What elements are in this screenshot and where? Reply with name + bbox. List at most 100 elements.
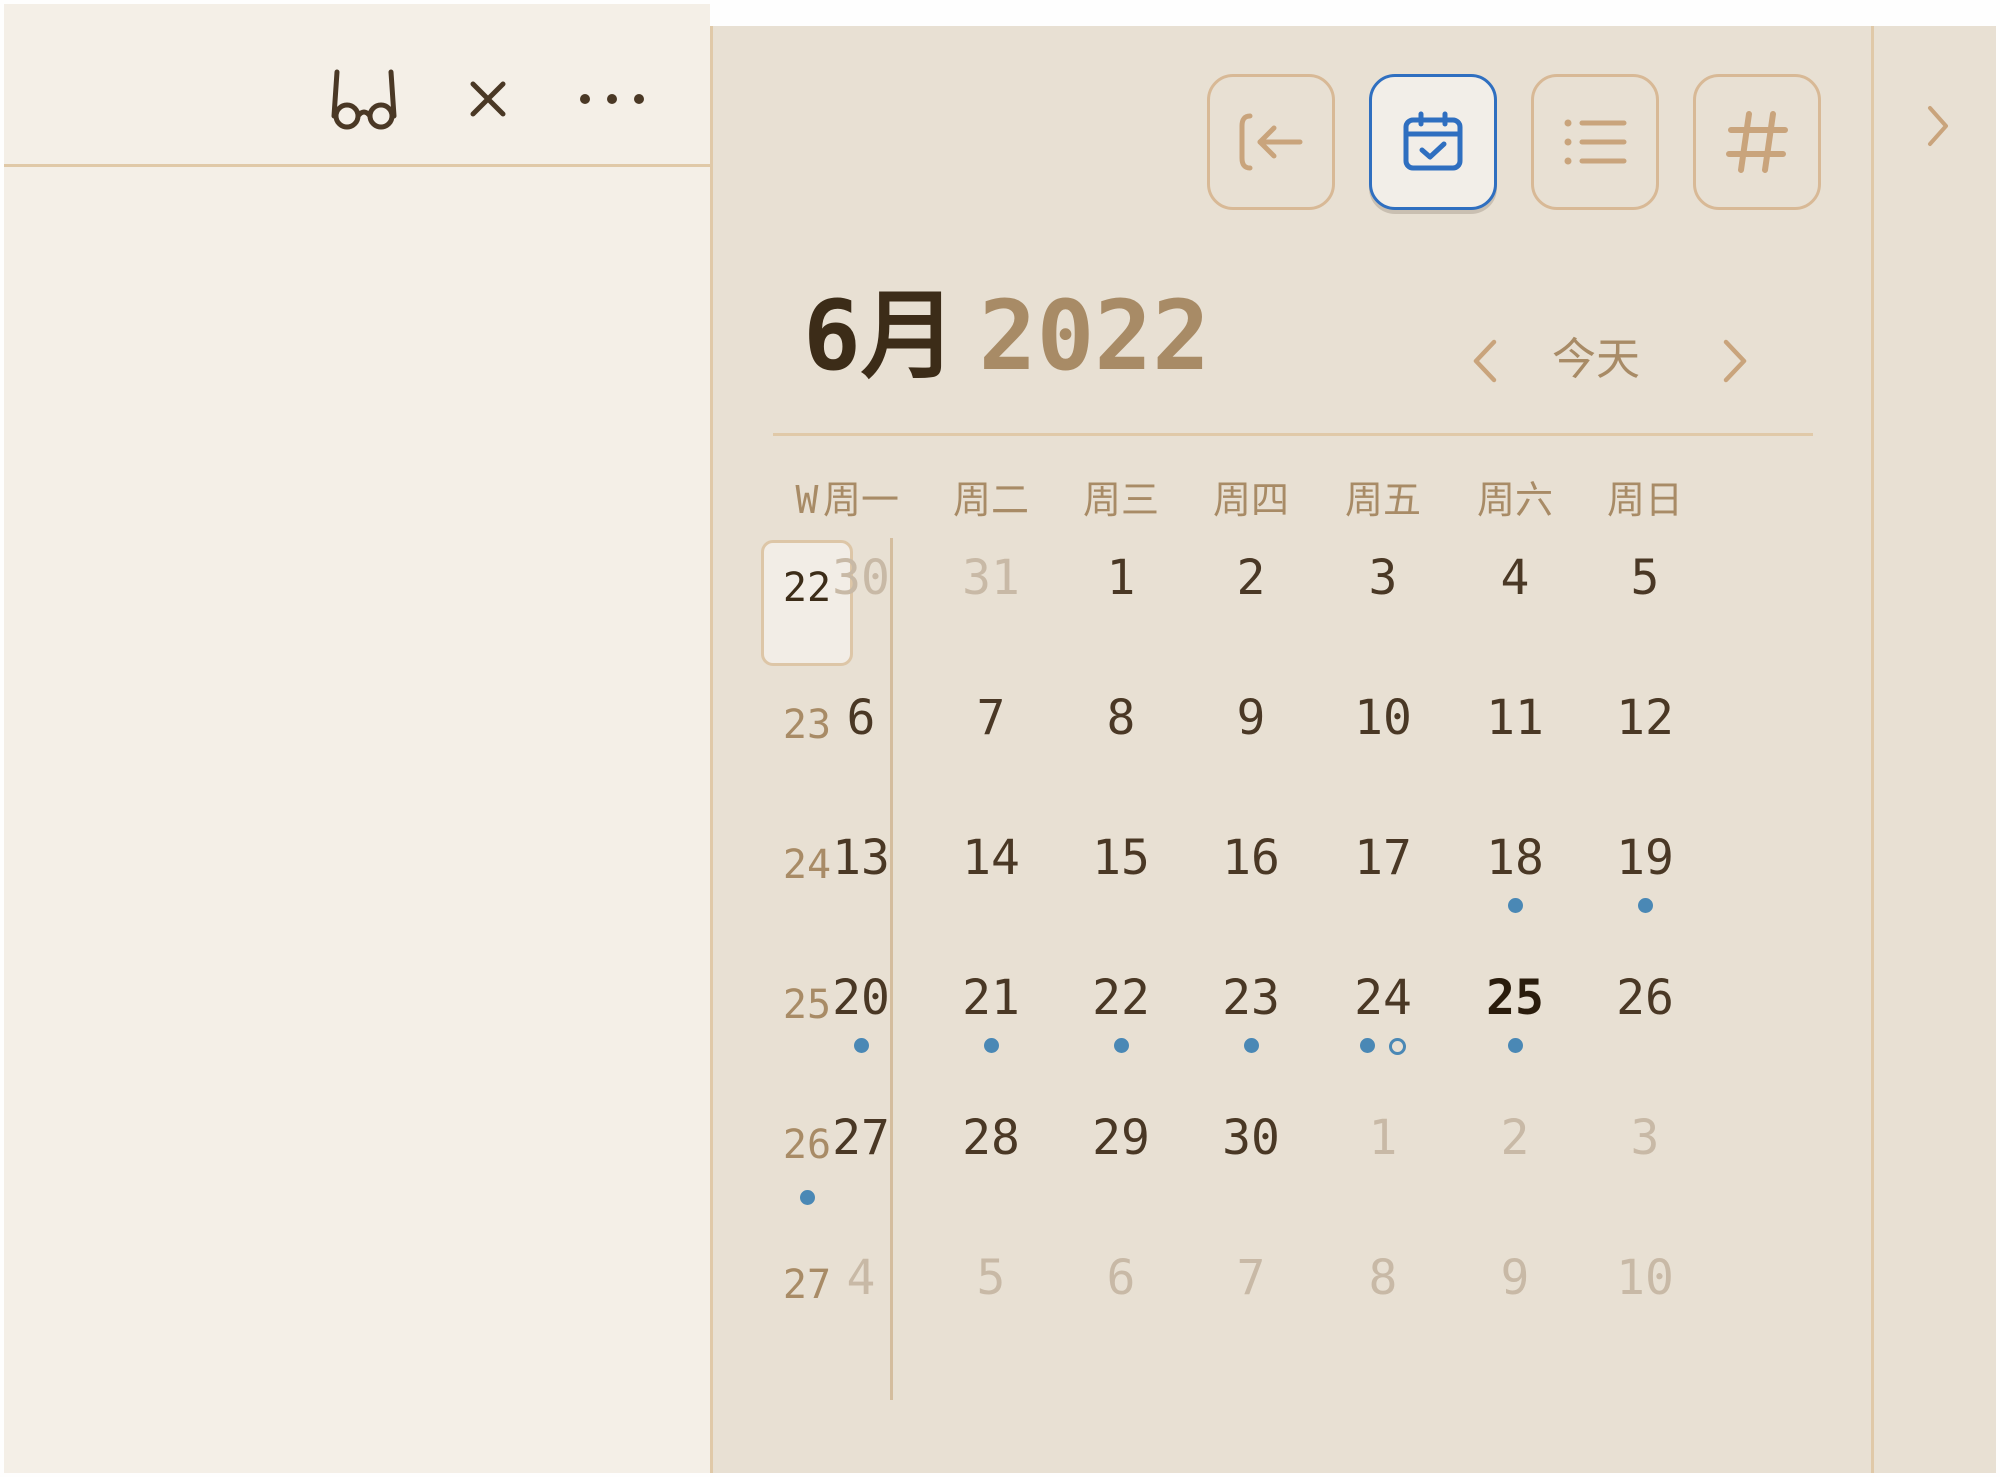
day-number: 10	[1354, 690, 1412, 746]
day-number: 26	[1616, 970, 1674, 1026]
calendar-day[interactable]: 1	[1059, 538, 1183, 668]
calendar-day[interactable]: 7	[929, 678, 1053, 808]
calendar-day[interactable]: 22	[1059, 958, 1183, 1088]
calendar-day[interactable]: 17	[1321, 818, 1445, 948]
calendar-day[interactable]: 31	[929, 538, 1053, 668]
day-number: 30	[1222, 1110, 1280, 1166]
calendar-day[interactable]: 26	[1583, 958, 1707, 1088]
back-arrow-icon	[1239, 113, 1303, 171]
note-indicator-dot	[1243, 1038, 1259, 1053]
calendar-day[interactable]: 30	[1189, 1098, 1313, 1228]
calendar-view-button[interactable]	[1369, 74, 1497, 210]
note-indicator-dot	[853, 1038, 869, 1053]
calendar-title: 6月 2022	[803, 288, 1210, 384]
calendar-day[interactable]: 13	[799, 818, 923, 948]
day-number: 28	[962, 1110, 1020, 1166]
calendar-sidebar: 6月 2022 今天 W 周一 周二 周三 周四 周五 周六 周日 22 30 31 1 2 3 4 5 23…	[710, 26, 1874, 1473]
sidebar-ribbon	[1874, 26, 1996, 1473]
calendar-day[interactable]: 20	[799, 958, 923, 1088]
weekday-label: 周日	[1606, 478, 1683, 522]
next-month-button[interactable]	[1705, 326, 1765, 396]
calendar-day[interactable]: 4	[799, 1238, 923, 1368]
note-indicator-dot	[1113, 1038, 1129, 1053]
calendar-day[interactable]: 6	[799, 678, 923, 808]
day-number: 29	[1092, 1110, 1150, 1166]
calendar-day[interactable]: 9	[1453, 1238, 1577, 1368]
tags-view-button[interactable]	[1693, 74, 1821, 210]
task-indicator-dot	[1389, 1038, 1406, 1055]
day-number: 3	[1368, 550, 1398, 606]
calendar-day[interactable]: 28	[929, 1098, 1053, 1228]
calendar-day-today[interactable]: 25	[1453, 958, 1577, 1088]
day-number: 19	[1616, 830, 1674, 886]
day-number: 24	[1354, 970, 1412, 1026]
calendar-day[interactable]: 21	[929, 958, 1053, 1088]
calendar-day[interactable]: 27	[799, 1098, 923, 1228]
calendar-day[interactable]: 12	[1583, 678, 1707, 808]
close-icon[interactable]	[448, 59, 528, 139]
day-number: 3	[1630, 1110, 1660, 1166]
day-number: 31	[962, 550, 1020, 606]
calendar-day[interactable]: 18	[1453, 818, 1577, 948]
calendar-day[interactable]: 16	[1189, 818, 1313, 948]
calendar-day[interactable]: 30	[799, 538, 923, 668]
calendar-day[interactable]: 5	[1583, 538, 1707, 668]
calendar-day[interactable]: 8	[1059, 678, 1183, 808]
list-icon	[1564, 119, 1627, 165]
calendar-day[interactable]: 1	[1321, 1098, 1445, 1228]
weekday-label: 周六	[1476, 478, 1553, 522]
month-label: 6月	[803, 280, 957, 392]
calendar-day[interactable]: 9	[1189, 678, 1313, 808]
weekday-label: 周五	[1344, 478, 1421, 522]
calendar-day[interactable]: 3	[1321, 538, 1445, 668]
calendar-day[interactable]: 14	[929, 818, 1053, 948]
calendar-day[interactable]: 2	[1189, 538, 1313, 668]
day-number: 2	[1236, 550, 1266, 606]
previous-month-button[interactable]	[1455, 326, 1515, 396]
calendar-day[interactable]: 8	[1321, 1238, 1445, 1368]
calendar-day[interactable]: 19	[1583, 818, 1707, 948]
day-number: 4	[1500, 550, 1530, 606]
calendar-day[interactable]: 10	[1321, 678, 1445, 808]
day-number: 13	[832, 830, 890, 886]
chevron-right-icon	[1928, 106, 1948, 146]
day-number: 16	[1222, 830, 1280, 886]
weekday-label: 周四	[1212, 478, 1289, 522]
calendar-day[interactable]: 24	[1321, 958, 1445, 1088]
day-number: 8	[1106, 690, 1136, 746]
calendar-day[interactable]: 23	[1189, 958, 1313, 1088]
calendar-day[interactable]: 4	[1453, 538, 1577, 668]
calendar-day[interactable]: 7	[1189, 1238, 1313, 1368]
day-number: 1	[1368, 1110, 1398, 1166]
calendar-day[interactable]: 10	[1583, 1238, 1707, 1368]
calendar-day[interactable]: 6	[1059, 1238, 1183, 1368]
day-number: 7	[976, 690, 1006, 746]
note-indicator-dot	[1507, 898, 1523, 913]
day-number: 14	[962, 830, 1020, 886]
calendar-day[interactable]: 29	[1059, 1098, 1183, 1228]
day-number: 15	[1092, 830, 1150, 886]
list-view-button[interactable]	[1531, 74, 1659, 210]
reading-glasses-icon[interactable]	[324, 59, 404, 139]
calendar-day[interactable]: 11	[1453, 678, 1577, 808]
back-arrow-button[interactable]	[1207, 74, 1335, 210]
calendar-day[interactable]: 5	[929, 1238, 1053, 1368]
calendar-day[interactable]: 3	[1583, 1098, 1707, 1228]
calendar-check-icon	[1403, 111, 1463, 171]
day-number: 8	[1368, 1250, 1398, 1306]
day-number: 10	[1616, 1250, 1674, 1306]
calendar-day[interactable]: 15	[1059, 818, 1183, 948]
note-indicator-dot	[1507, 1038, 1523, 1053]
day-number: 27	[832, 1110, 890, 1166]
day-number: 5	[1630, 550, 1660, 606]
day-number: 1	[1106, 550, 1136, 606]
day-number: 17	[1354, 830, 1412, 886]
today-button[interactable]: 今天	[1541, 332, 1651, 388]
day-number: 11	[1486, 690, 1544, 746]
hash-tag-icon	[1726, 111, 1788, 173]
expand-sidebar-button[interactable]	[1918, 96, 1958, 156]
more-options-icon[interactable]	[572, 59, 652, 139]
calendar-day[interactable]: 2	[1453, 1098, 1577, 1228]
year-label: 2022	[978, 280, 1210, 392]
day-number: 30	[832, 550, 890, 606]
